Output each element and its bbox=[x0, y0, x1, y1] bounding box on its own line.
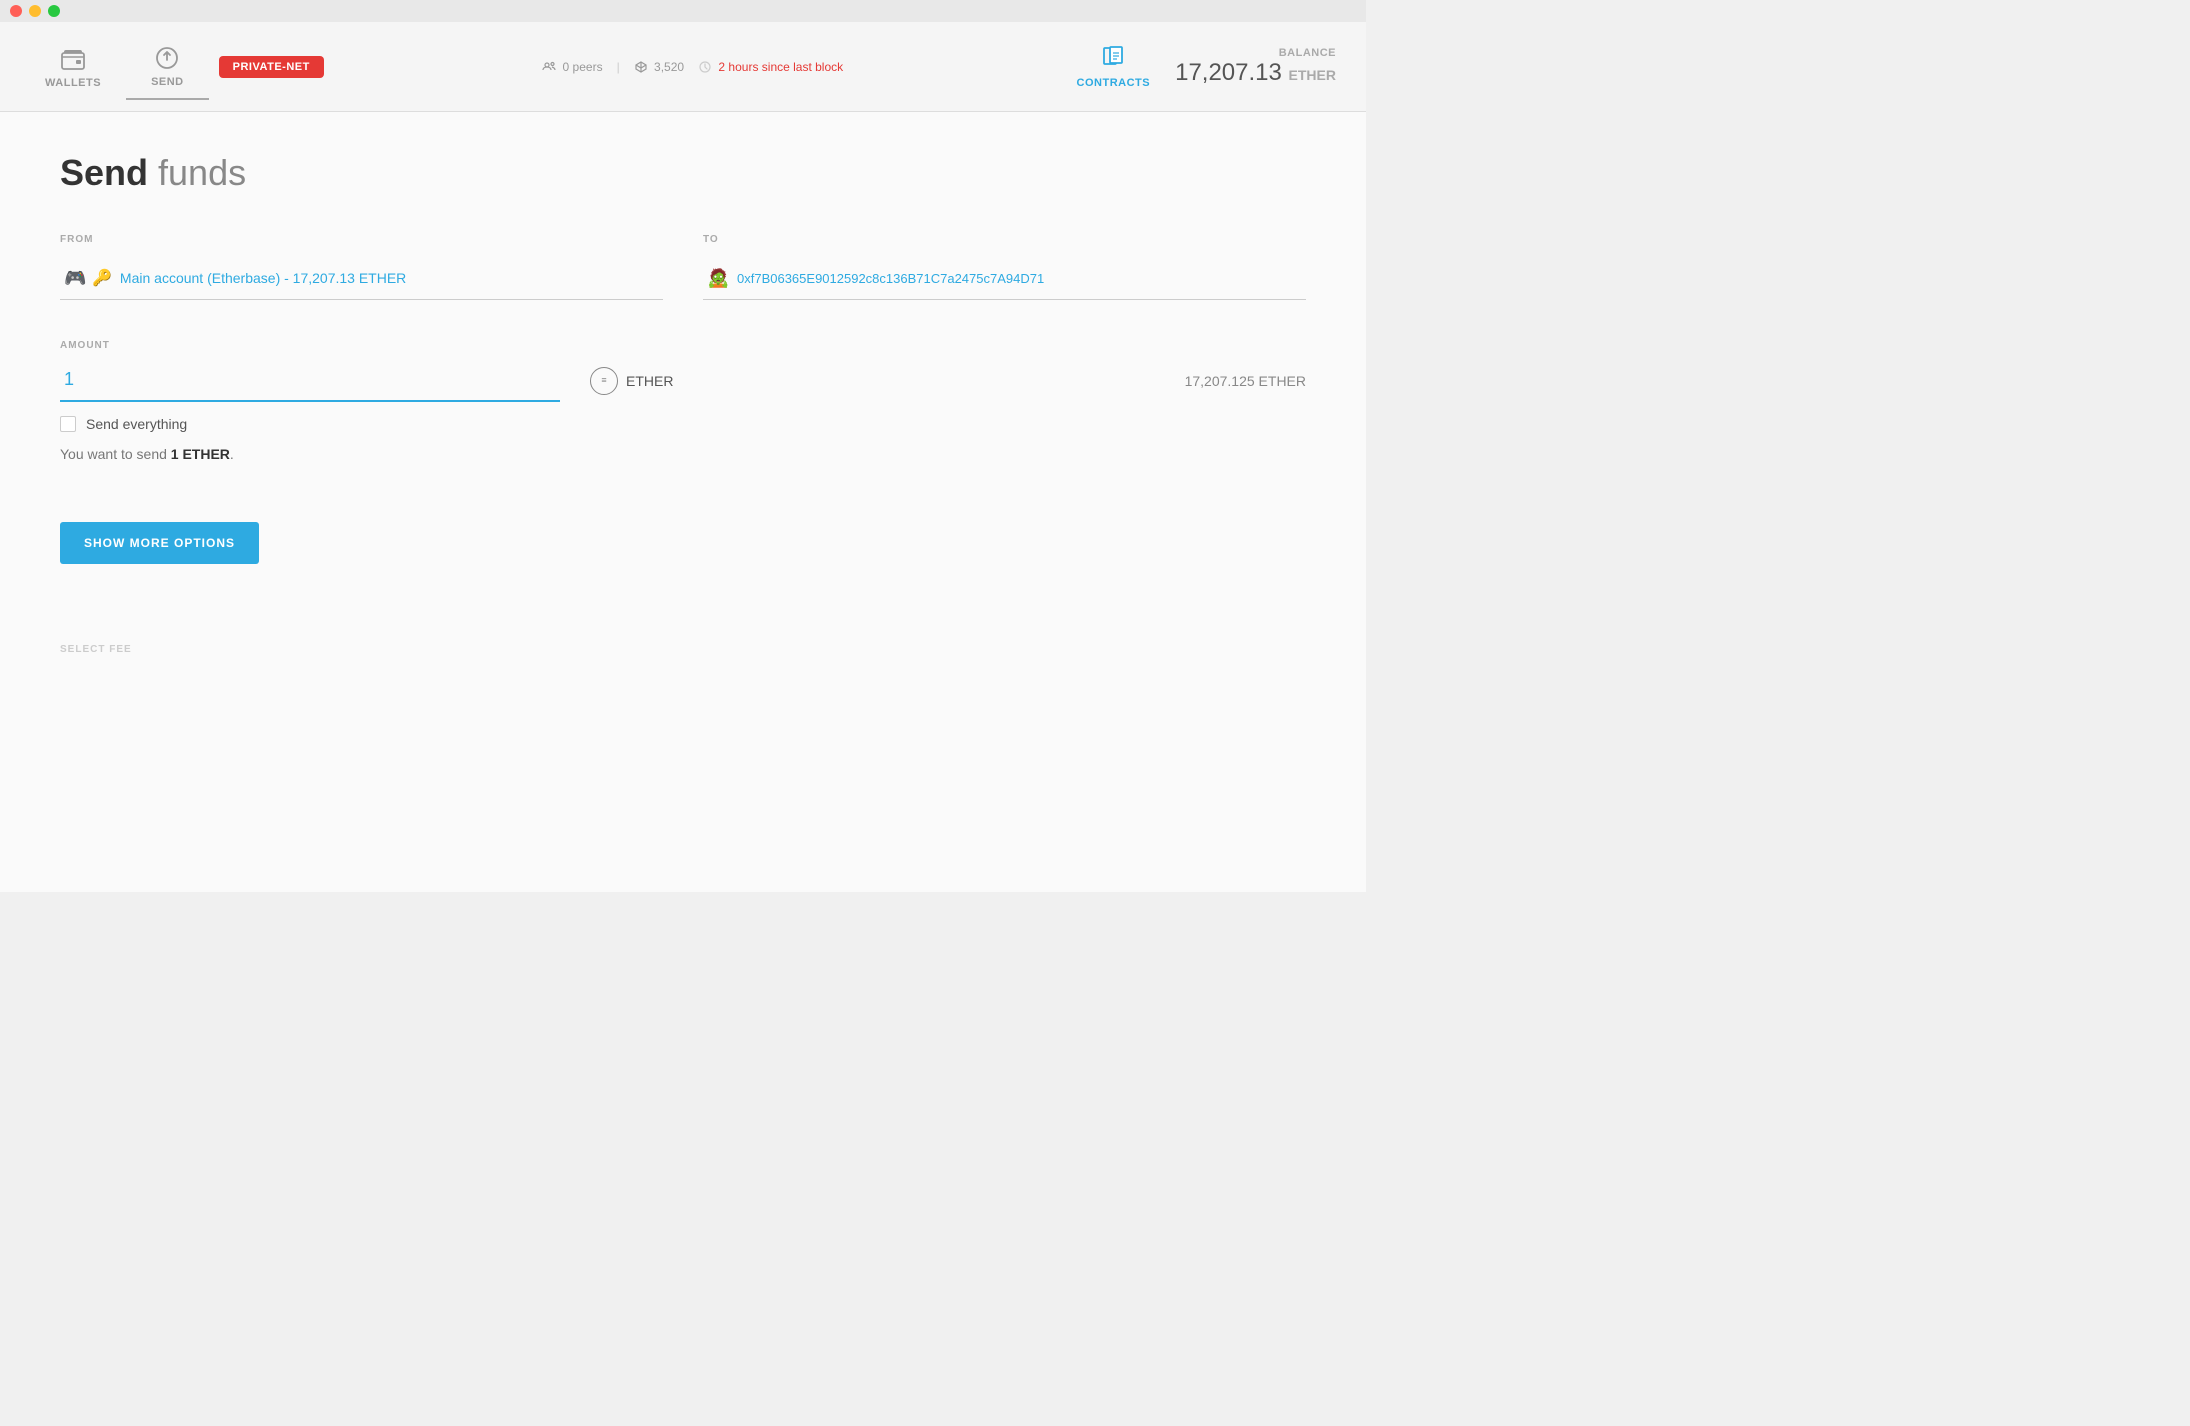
last-block: 2 hours since last block bbox=[698, 60, 843, 74]
ether-selector[interactable]: ≡ ETHER bbox=[590, 367, 673, 395]
separator: | bbox=[617, 60, 620, 74]
contracts-label: CONTRACTS bbox=[1077, 77, 1151, 89]
from-avatar-icon: 🎮 bbox=[64, 267, 86, 289]
balance-currency: ETHER bbox=[1289, 67, 1336, 83]
show-more-button[interactable]: SHOW MORE OPTIONS bbox=[60, 522, 259, 564]
blocks-count: 3,520 bbox=[634, 60, 684, 74]
balance-value: 17,207.13 ETHER bbox=[1175, 59, 1336, 87]
wallets-label: WALLETS bbox=[45, 77, 101, 89]
from-avatar: 🎮 🔑 bbox=[64, 267, 112, 289]
network-badge: PRIVATE-NET bbox=[219, 56, 324, 78]
contracts-icon bbox=[1099, 45, 1127, 73]
to-avatar-icon: 🧟 bbox=[707, 267, 729, 289]
amount-label: AMOUNT bbox=[60, 340, 1306, 351]
send-everything-row: Send everything bbox=[60, 416, 1306, 432]
amount-row: ≡ ETHER 17,207.125 ETHER bbox=[60, 359, 1306, 402]
amount-section: AMOUNT ≡ ETHER 17,207.125 ETHER Send eve… bbox=[60, 340, 1306, 462]
nav-send[interactable]: SEND bbox=[126, 34, 209, 100]
to-group: TO 🧟 0xf7B06365E9012592c8c136B71C7a2475c… bbox=[703, 234, 1306, 300]
page-title: Send funds bbox=[60, 152, 1306, 194]
from-group: FROM 🎮 🔑 Main account (Etherbase) - 17,2… bbox=[60, 234, 663, 300]
network-info: 0 peers | 3,520 2 hours since last block bbox=[334, 60, 1052, 74]
key-icon: 🔑 bbox=[92, 268, 112, 288]
from-label: FROM bbox=[60, 234, 663, 245]
amount-input[interactable] bbox=[60, 359, 560, 402]
from-to-section: FROM 🎮 🔑 Main account (Etherbase) - 17,2… bbox=[60, 234, 1306, 300]
to-label: TO bbox=[703, 234, 1306, 245]
summary-text: You want to send 1 ETHER. bbox=[60, 446, 1306, 462]
to-field[interactable]: 🧟 0xf7B06365E9012592c8c136B71C7a2475c7A9… bbox=[703, 257, 1306, 300]
send-everything-checkbox[interactable] bbox=[60, 416, 76, 432]
close-button[interactable] bbox=[10, 5, 22, 17]
titlebar bbox=[0, 0, 1366, 22]
balance-label: BALANCE bbox=[1279, 47, 1336, 59]
send-icon bbox=[153, 44, 181, 72]
currency-label: ETHER bbox=[626, 373, 673, 389]
nav-wallets[interactable]: WALLETS bbox=[20, 35, 126, 99]
maximize-button[interactable] bbox=[48, 5, 60, 17]
main-content: Send funds FROM 🎮 🔑 Main account (Etherb… bbox=[0, 112, 1366, 892]
select-fee-label: SELECT FEE bbox=[60, 644, 1306, 655]
ether-icon: ≡ bbox=[590, 367, 618, 395]
send-label: SEND bbox=[151, 76, 184, 88]
minimize-button[interactable] bbox=[29, 5, 41, 17]
amount-input-wrapper bbox=[60, 359, 560, 402]
nav-contracts[interactable]: CONTRACTS bbox=[1052, 35, 1176, 99]
wallets-icon bbox=[59, 45, 87, 73]
navbar: WALLETS SEND PRIVATE-NET 0 peers | bbox=[0, 22, 1366, 112]
balance-section: BALANCE 17,207.13 ETHER bbox=[1175, 47, 1346, 87]
from-value: Main account (Etherbase) - 17,207.13 ETH… bbox=[120, 270, 406, 286]
to-value: 0xf7B06365E9012592c8c136B71C7a2475c7A94D… bbox=[737, 271, 1044, 286]
peers-count: 0 peers bbox=[542, 60, 602, 74]
send-everything-label: Send everything bbox=[86, 416, 187, 432]
available-balance: 17,207.125 ETHER bbox=[1185, 373, 1306, 389]
from-field[interactable]: 🎮 🔑 Main account (Etherbase) - 17,207.13… bbox=[60, 257, 663, 300]
